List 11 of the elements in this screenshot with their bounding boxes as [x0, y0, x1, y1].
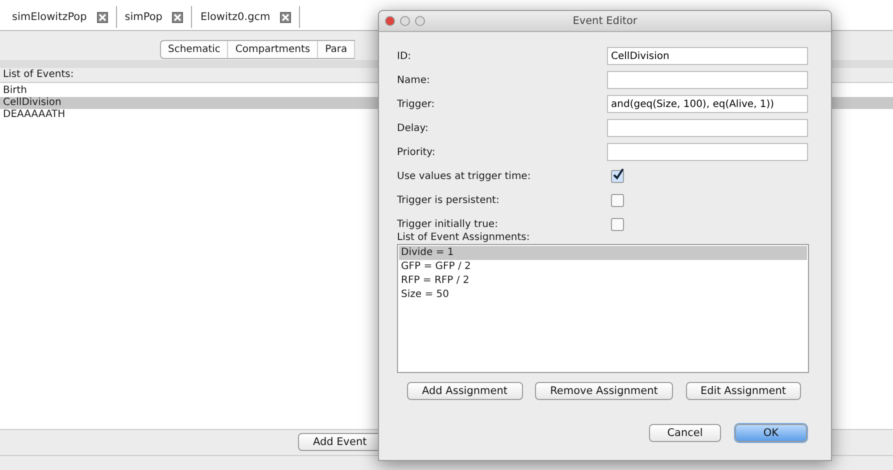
- field-label: Name:: [397, 74, 431, 86]
- checkbox-label: Trigger is persistent:: [397, 194, 500, 206]
- field-label: Delay:: [397, 122, 430, 134]
- window-title: Event Editor: [572, 15, 638, 27]
- field-label: Priority:: [397, 146, 436, 158]
- checkbox-label: Use values at trigger time:: [397, 170, 532, 182]
- list-label: List of Event Assignments:: [397, 232, 531, 243]
- field-label: Trigger:: [397, 98, 436, 110]
- field-label: ID:: [397, 50, 412, 62]
- list-label: List of Events:: [2, 68, 75, 82]
- checkbox-label: Trigger initially true:: [397, 218, 499, 230]
